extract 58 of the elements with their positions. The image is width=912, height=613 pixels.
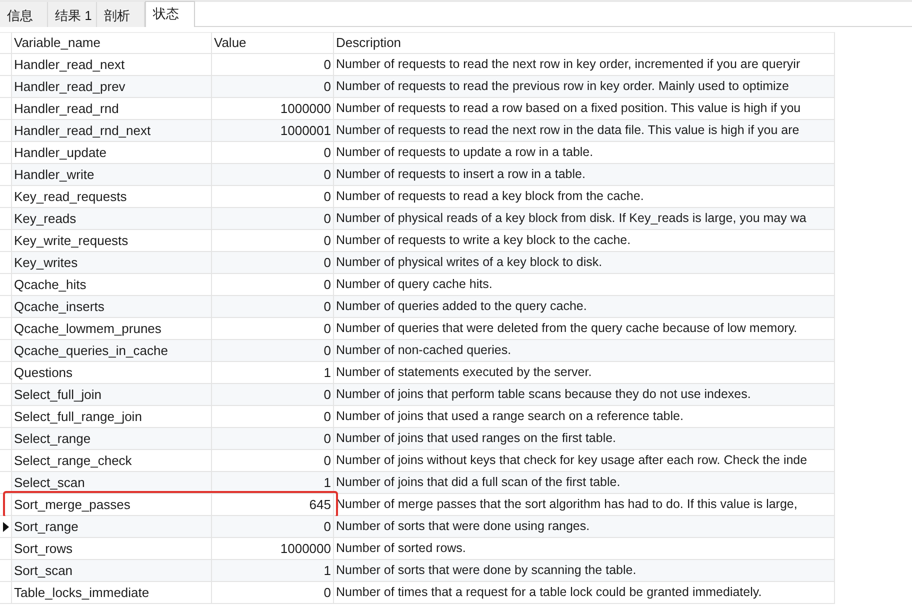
- row-selector-cell[interactable]: [0, 406, 12, 428]
- row-selector-cell[interactable]: [0, 450, 12, 472]
- table-row[interactable]: Sort_range 0 Number of sorts that were done using ranges.: [0, 516, 835, 538]
- table-row[interactable]: Handler_read_prev 0 Number of requests to read the previous row in key order. Mainly used to optimize: [0, 76, 835, 98]
- row-selector-cell[interactable]: [0, 252, 12, 274]
- row-selector-cell[interactable]: [0, 560, 12, 582]
- tab[interactable]: 剖析: [97, 2, 145, 27]
- table-row[interactable]: Handler_read_rnd 1000000 Number of requests to read a row based on a fixed position. This value is high if you: [0, 98, 835, 120]
- table-row[interactable]: Select_full_range_join 0 Number of joins that used a range search on a reference table.: [0, 406, 835, 428]
- table-row[interactable]: Sort_rows 1000000 Number of sorted rows.: [0, 538, 835, 560]
- row-selector-cell[interactable]: [0, 186, 12, 208]
- table-row[interactable]: Handler_read_rnd_next 1000001 Number of requests to read the next row in the data file. This value is high if you are: [0, 120, 835, 142]
- row-selector-cell[interactable]: [0, 384, 12, 406]
- table-row[interactable]: Qcache_inserts 0 Number of queries added to the query cache.: [0, 296, 835, 318]
- table-row[interactable]: Handler_read_next 0 Number of requests to read the next row in key order, incremented if you are queryir: [0, 54, 835, 76]
- row-selector-cell[interactable]: [0, 98, 12, 120]
- column-header[interactable]: Variable_name: [12, 32, 212, 54]
- tab[interactable]: 信息: [0, 2, 48, 27]
- variable-name-cell: Table_locks_immediate: [12, 582, 212, 604]
- row-selector-cell[interactable]: [0, 296, 12, 318]
- table-row[interactable]: Sort_scan 1 Number of sorts that were done by scanning the table.: [0, 560, 835, 582]
- table-row[interactable]: Table_locks_immediate 0 Number of times that a request for a table lock could be granted immediately.: [0, 582, 835, 604]
- row-selector-cell[interactable]: [0, 76, 12, 98]
- row-selector-cell[interactable]: [0, 318, 12, 340]
- tab[interactable]: 结果 1: [48, 2, 97, 27]
- tab[interactable]: 状态: [145, 1, 195, 27]
- row-selector-cell[interactable]: [0, 230, 12, 252]
- row-selector-cell[interactable]: [0, 208, 12, 230]
- column-header[interactable]: Value: [212, 32, 334, 54]
- row-selector-cell[interactable]: [0, 362, 12, 384]
- table-row[interactable]: Select_full_join 0 Number of joins that perform table scans because they do not use indexes.: [0, 384, 835, 406]
- table-row[interactable]: Qcache_queries_in_cache 0 Number of non-cached queries.: [0, 340, 835, 362]
- table-row[interactable]: Select_range_check 0 Number of joins without keys that check for key usage after each row. Check the inde: [0, 450, 835, 472]
- row-selector-cell[interactable]: [0, 120, 12, 142]
- table-row[interactable]: Qcache_hits 0 Number of query cache hits.: [0, 274, 835, 296]
- row-selector-cell[interactable]: [0, 142, 12, 164]
- row-selector-cell[interactable]: [0, 54, 12, 76]
- row-selector-cell[interactable]: [0, 274, 12, 296]
- row-selector-cell[interactable]: [0, 472, 12, 494]
- row-selector-cell[interactable]: [0, 428, 12, 450]
- table-row[interactable]: Key_write_requests 0 Number of requests to write a key block to the cache.: [0, 230, 835, 252]
- table-row[interactable]: Select_scan 1 Number of joins that did a full scan of the first table.: [0, 472, 835, 494]
- table-row[interactable]: Key_read_requests 0 Number of requests to read a key block from the cache.: [0, 186, 835, 208]
- row-selector-cell[interactable]: [0, 538, 12, 560]
- table-row[interactable]: Select_range 0 Number of joins that used ranges on the first table.: [0, 428, 835, 450]
- table-row[interactable]: Handler_write 0 Number of requests to insert a row in a table.: [0, 164, 835, 186]
- table-row[interactable]: Handler_update 0 Number of requests to update a row in a table.: [0, 142, 835, 164]
- row-selector-cell[interactable]: [0, 516, 12, 538]
- table-row[interactable]: Questions 1 Number of statements executed by the server.: [0, 362, 835, 384]
- column-header[interactable]: Description: [334, 32, 835, 54]
- table-row[interactable]: Key_writes 0 Number of physical writes of a key block to disk.: [0, 252, 835, 274]
- row-selector-cell[interactable]: [0, 582, 12, 604]
- description-cell: Number of times that a request for a table lock could be granted immediately.: [334, 582, 835, 604]
- row-selector-cell[interactable]: [0, 340, 12, 362]
- table-row[interactable]: Key_reads 0 Number of physical reads of a key block from disk. If Key_reads is large, you may wa: [0, 208, 835, 230]
- value-cell: 0: [212, 582, 334, 604]
- row-selector-cell[interactable]: [0, 164, 12, 186]
- table-row[interactable]: Qcache_lowmem_prunes 0 Number of queries that were deleted from the query cache because of low memory.: [0, 318, 835, 340]
